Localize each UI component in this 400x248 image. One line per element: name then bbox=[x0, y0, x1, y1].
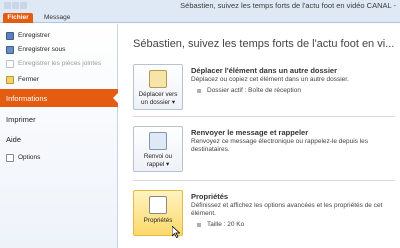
backstage-nav: Enregistrer Enregistrer sous Enregistrer… bbox=[0, 24, 119, 248]
title-bar: Sébastien, suivez les temps forts de l'a… bbox=[0, 0, 400, 12]
backstage-info-pane: Sébastien, suivez les temps forts de l'a… bbox=[119, 24, 400, 248]
move-button-label-2: un dossier ▾ bbox=[141, 98, 175, 106]
save-as-command[interactable]: Enregistrer sous bbox=[6, 44, 65, 55]
quick-access-toolbar bbox=[4, 2, 34, 10]
active-folder-detail: Dossier actif : Boîte de réception bbox=[197, 87, 301, 94]
size-detail: Taille : 20 Ko bbox=[197, 221, 244, 228]
save-icon bbox=[6, 31, 14, 40]
bullet-icon bbox=[197, 222, 201, 227]
move-button-label-1: Déplacer vers bbox=[138, 91, 178, 98]
nav-page-imprimer[interactable]: Imprimer bbox=[0, 110, 118, 128]
close-command-label: Fermer bbox=[18, 76, 39, 83]
save-command-label: Enregistrer bbox=[18, 32, 50, 39]
options-icon bbox=[6, 153, 14, 162]
nav-page-informations-label: Informations bbox=[6, 93, 48, 103]
tab-fichier[interactable]: Fichier bbox=[3, 13, 33, 23]
move-to-folder-button[interactable]: Déplacer vers un dossier ▾ bbox=[133, 64, 183, 110]
resend-button-label-2: rappel ▾ bbox=[146, 160, 170, 168]
tab-message[interactable]: Message bbox=[38, 13, 76, 23]
properties-icon bbox=[149, 196, 167, 214]
nav-page-aide-label: Aide bbox=[6, 134, 22, 144]
properties-section-description: Définissez et affichez les options avanc… bbox=[191, 202, 383, 217]
active-folder-text: Dossier actif : Boîte de réception bbox=[207, 87, 301, 94]
save-attachments-command: Enregistrer les pièces jointes bbox=[6, 58, 101, 69]
options-command[interactable]: Options bbox=[6, 152, 40, 163]
close-folder-icon bbox=[6, 75, 14, 84]
options-command-label: Options bbox=[18, 154, 41, 161]
save-as-icon bbox=[6, 45, 14, 54]
move-folder-icon bbox=[149, 70, 167, 88]
save-icon[interactable] bbox=[4, 2, 11, 9]
attachment-icon bbox=[6, 59, 14, 68]
resend-message-icon bbox=[149, 132, 167, 150]
ribbon-tab-bar: Fichier Message bbox=[0, 12, 400, 23]
move-section-description: Déplacez ou copiez cet élément dans un a… bbox=[191, 76, 349, 83]
save-as-command-label: Enregistrer sous bbox=[18, 46, 66, 53]
resend-button-label-1: Renvoi ou bbox=[143, 153, 173, 160]
section-divider bbox=[133, 180, 395, 181]
save-attachments-command-label: Enregistrer les pièces jointes bbox=[18, 60, 102, 67]
properties-section-title: Propriétés bbox=[191, 192, 229, 201]
section-divider bbox=[133, 116, 395, 117]
page-title: Sébastien, suivez les temps forts de l'a… bbox=[133, 38, 395, 50]
undo-icon[interactable] bbox=[12, 2, 19, 9]
properties-button-label: Propriétés bbox=[143, 217, 173, 224]
resend-section-title: Renvoyer le message et rappeler bbox=[191, 128, 309, 137]
resend-section-description: Renvoyez ce message électronique ou rapp… bbox=[191, 138, 369, 153]
nav-page-imprimer-label: Imprimer bbox=[6, 114, 36, 124]
window-title: Sébastien, suivez les temps forts de l'a… bbox=[180, 1, 396, 10]
move-section-title: Déplacer l'élément dans un autre dossier bbox=[191, 66, 338, 75]
resend-recall-button[interactable]: Renvoi ou rappel ▾ bbox=[133, 126, 183, 172]
close-command[interactable]: Fermer bbox=[6, 74, 39, 85]
nav-page-aide[interactable]: Aide bbox=[0, 130, 118, 148]
bullet-icon bbox=[197, 88, 201, 93]
nav-page-informations[interactable]: Informations bbox=[0, 89, 119, 107]
size-text: Taille : 20 Ko bbox=[207, 221, 245, 228]
redo-icon[interactable] bbox=[20, 2, 27, 9]
save-command[interactable]: Enregistrer bbox=[6, 30, 50, 41]
